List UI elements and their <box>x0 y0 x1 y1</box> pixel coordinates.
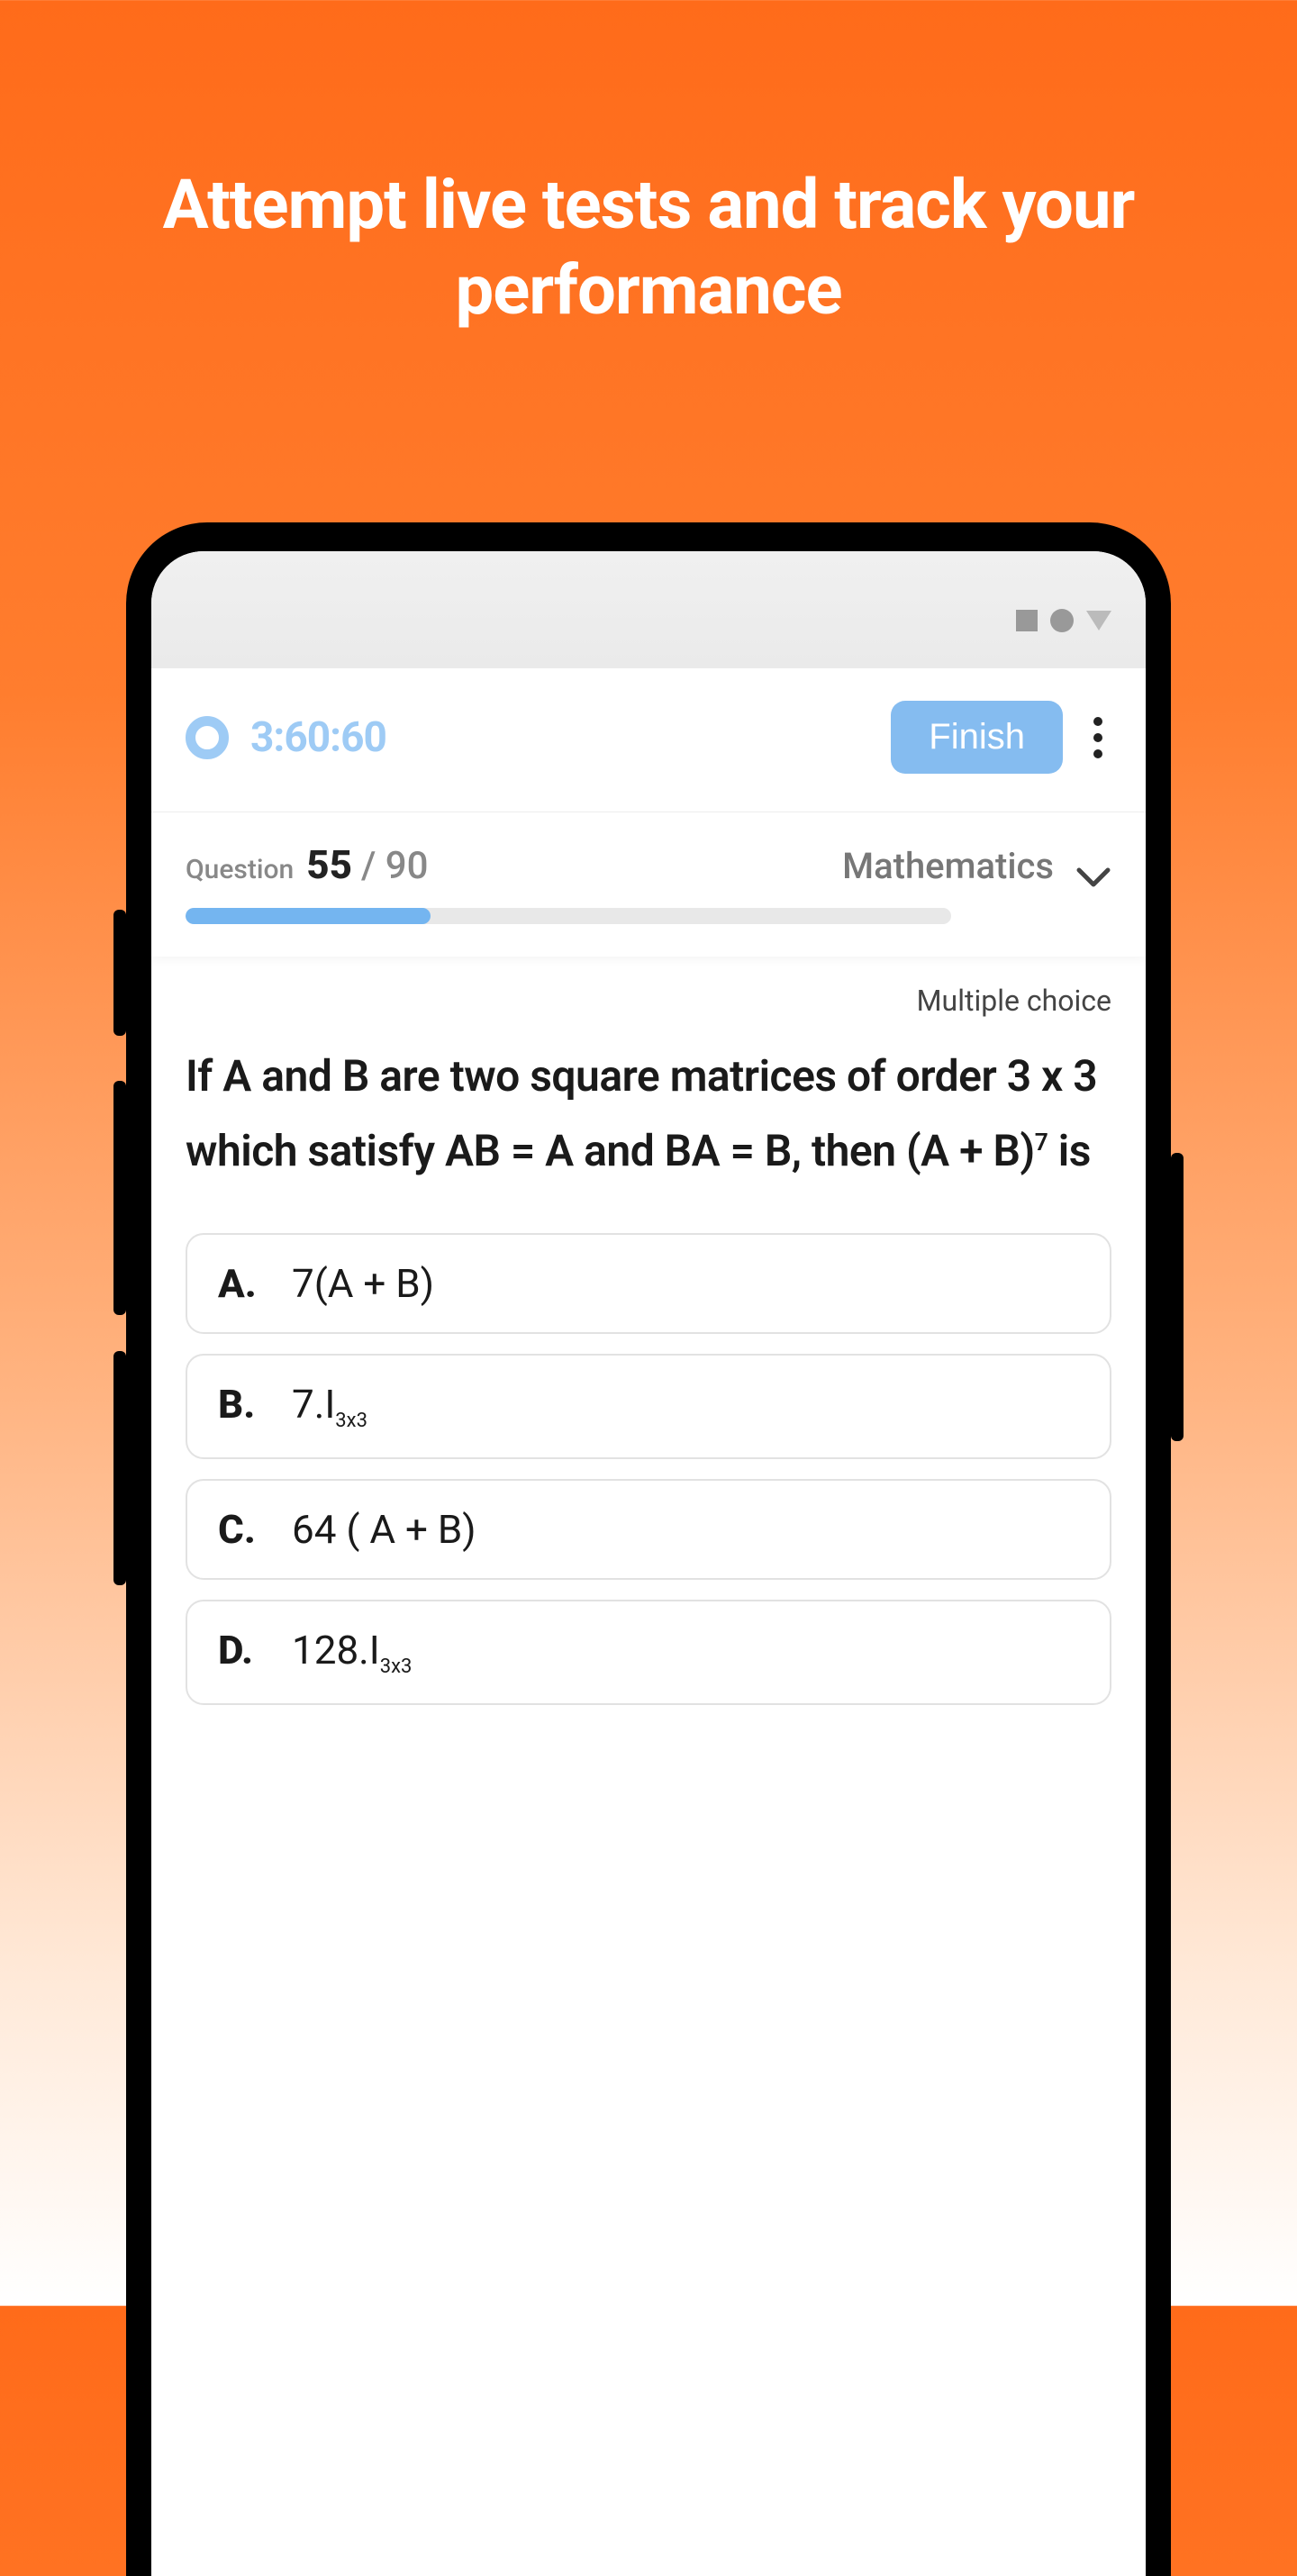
question-text: If A and B are two square matrices of or… <box>186 1039 1111 1188</box>
question-label: Question <box>186 854 294 885</box>
more-menu-button[interactable] <box>1084 717 1111 758</box>
phone-side-button <box>113 1351 126 1585</box>
status-icon <box>1050 609 1074 632</box>
option-text: 7.I3x3 <box>292 1381 367 1432</box>
answer-option-b[interactable]: B. 7.I3x3 <box>186 1354 1111 1459</box>
question-number-current: 55 <box>306 841 352 888</box>
option-letter: B. <box>218 1381 261 1428</box>
question-card: Multiple choice If A and B are two squar… <box>151 957 1146 1741</box>
status-icon <box>1016 610 1038 631</box>
phone-side-button <box>1171 1153 1184 1441</box>
status-icon <box>1086 611 1111 630</box>
option-letter: D. <box>218 1627 261 1673</box>
chevron-down-icon[interactable] <box>1075 866 1111 890</box>
android-status-bar <box>151 551 1146 668</box>
hero-title: Attempt live tests and track your perfor… <box>0 0 1297 333</box>
phone-mockup-frame: 3:60:60 Finish Question 55 / 90 Mathemat… <box>126 522 1171 2576</box>
answer-option-a[interactable]: A. 7(A + B) <box>186 1233 1111 1334</box>
option-text: 64 ( A + B) <box>292 1506 476 1553</box>
phone-side-button <box>113 1081 126 1315</box>
option-letter: C. <box>218 1506 261 1553</box>
option-letter: A. <box>218 1260 261 1307</box>
option-text: 128.I3x3 <box>292 1627 412 1678</box>
subject-label[interactable]: Mathematics <box>842 845 1054 887</box>
timer-icon <box>186 716 229 759</box>
question-progress-panel: Question 55 / 90 Mathematics <box>151 812 1146 957</box>
phone-screen: 3:60:60 Finish Question 55 / 90 Mathemat… <box>151 551 1146 2576</box>
progress-bar <box>186 908 951 924</box>
progress-bar-fill <box>186 908 431 924</box>
question-number-total: / 90 <box>361 844 429 888</box>
answer-options: A. 7(A + B) B. 7.I3x3 C. 64 ( A + B) D. … <box>186 1233 1111 1705</box>
question-type-label: Multiple choice <box>186 984 1111 1018</box>
finish-button[interactable]: Finish <box>891 701 1063 774</box>
test-header: 3:60:60 Finish <box>151 668 1146 812</box>
timer-value: 3:60:60 <box>250 713 869 762</box>
answer-option-d[interactable]: D. 128.I3x3 <box>186 1600 1111 1705</box>
option-text: 7(A + B) <box>292 1260 434 1307</box>
phone-side-button <box>113 910 126 1036</box>
answer-option-c[interactable]: C. 64 ( A + B) <box>186 1479 1111 1580</box>
